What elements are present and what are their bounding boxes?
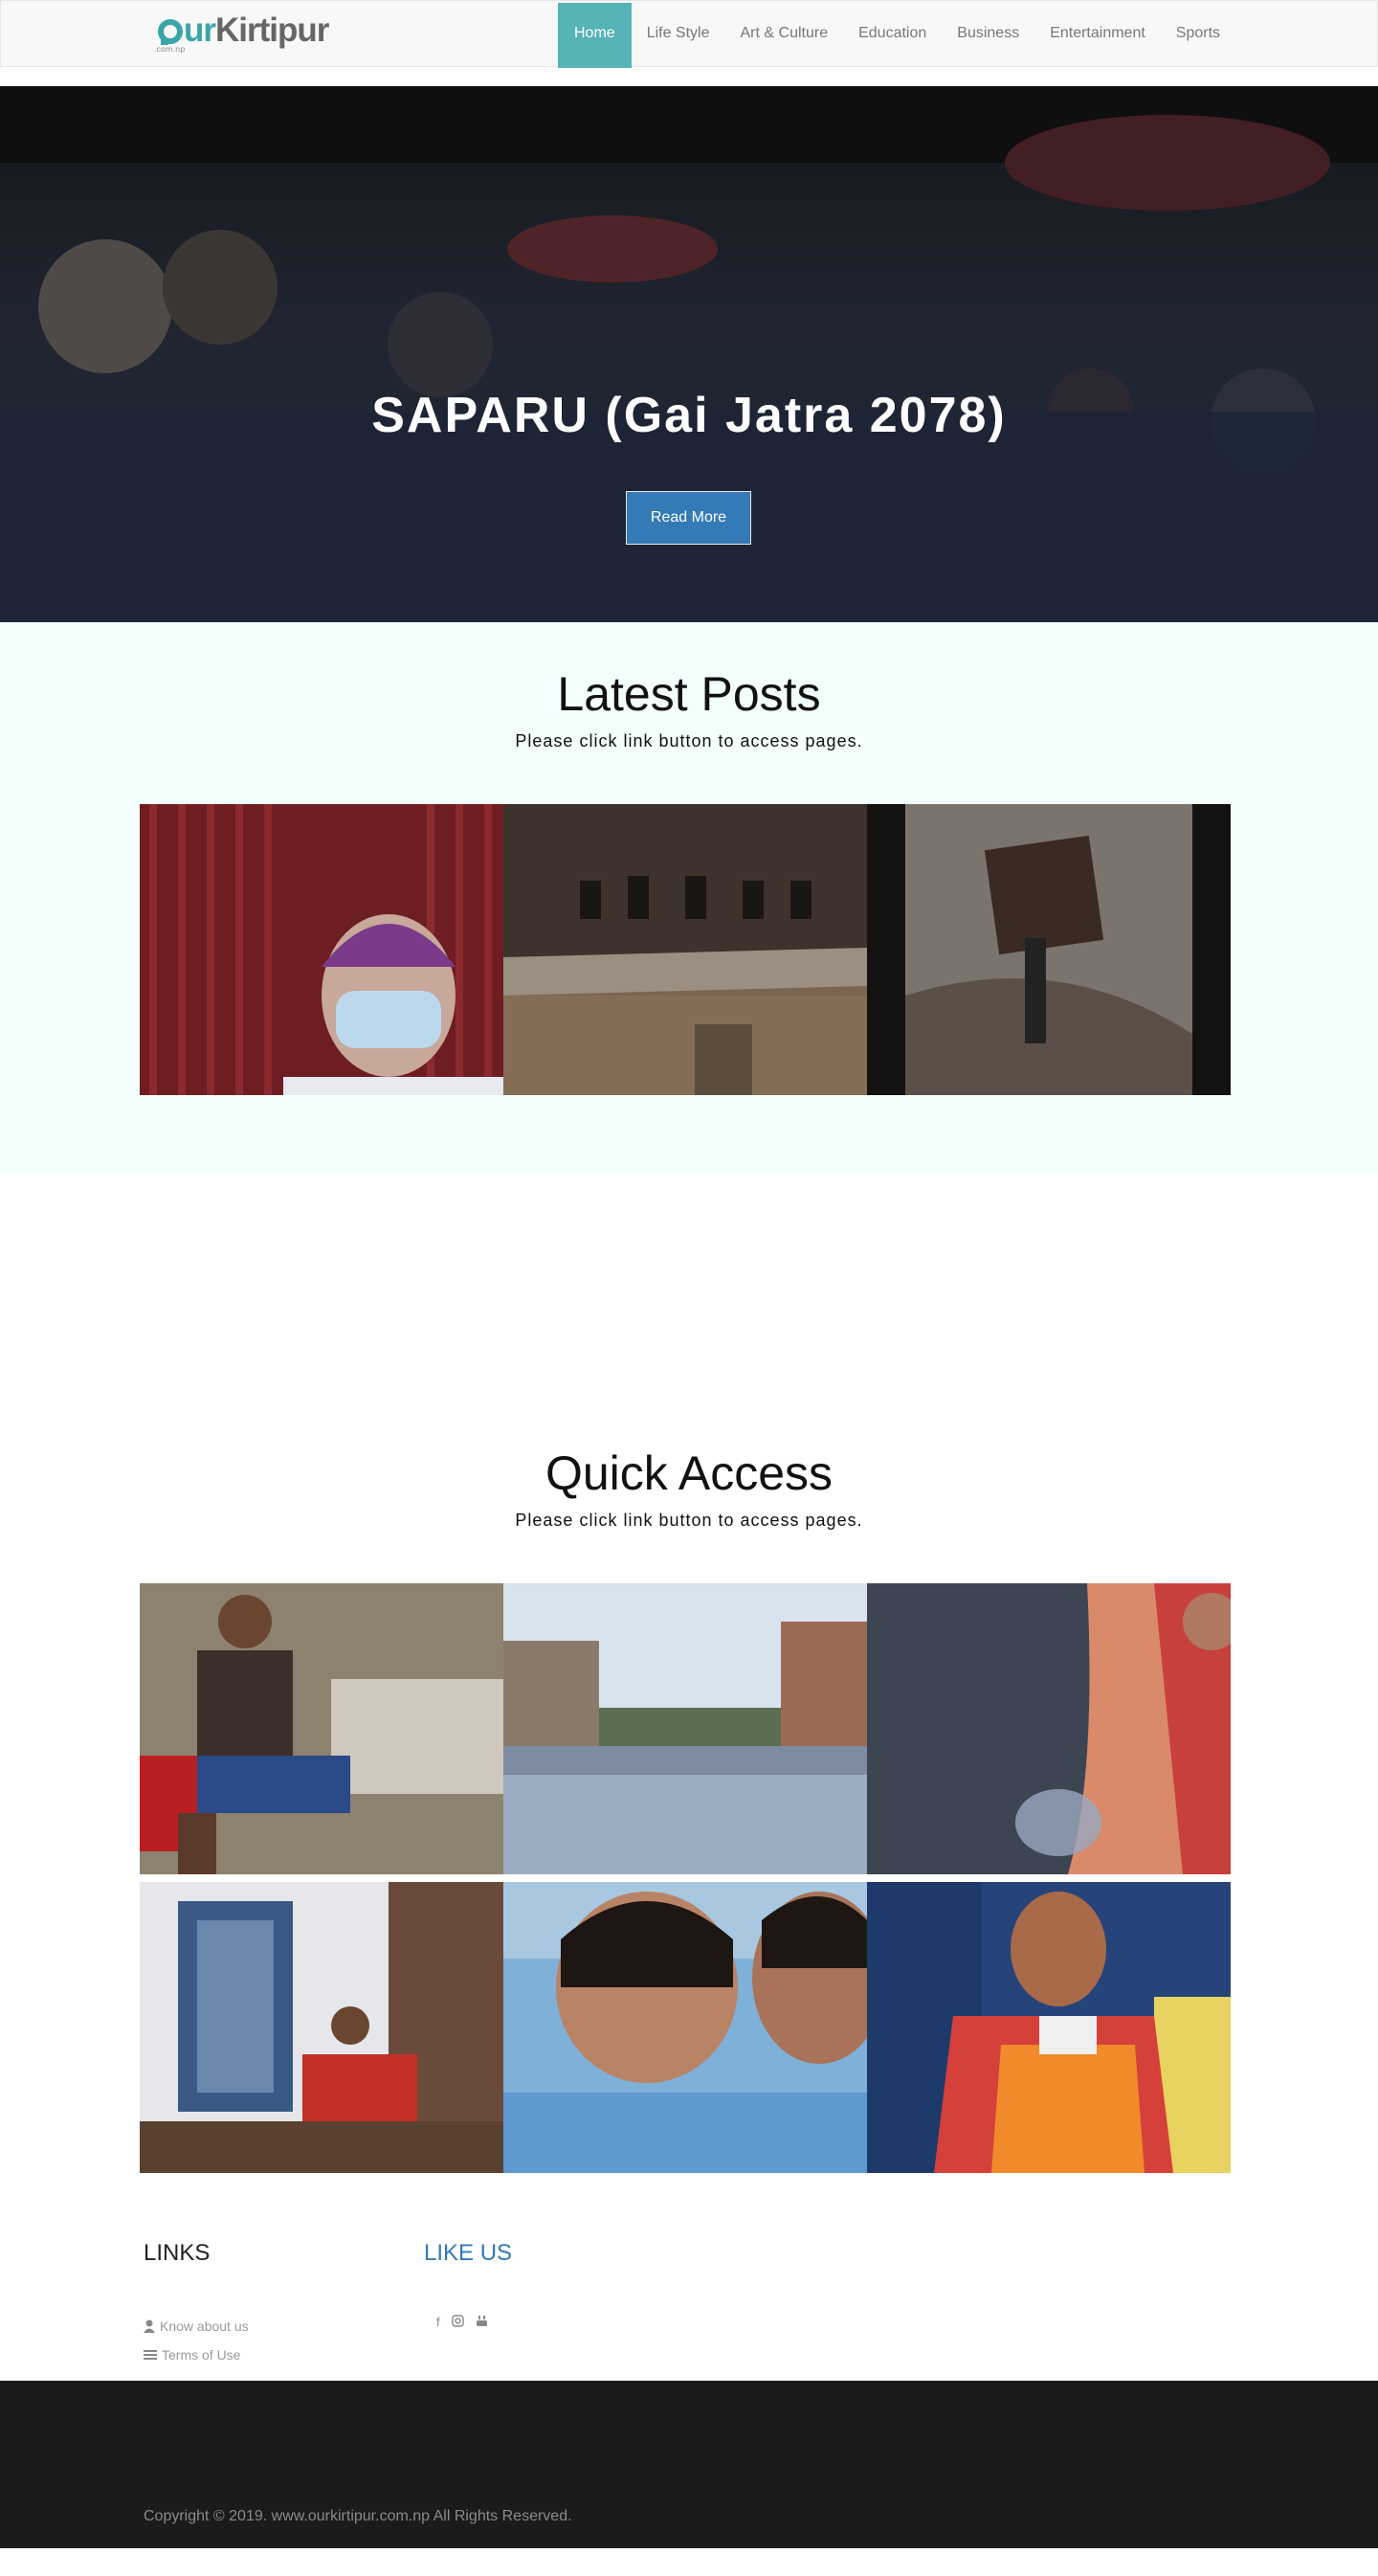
copyright-text: Copyright © 2019. www.ourkirtipur.com.np…	[144, 2508, 572, 2524]
nav-sports[interactable]: Sports	[1161, 3, 1235, 68]
latest-posts-title: Latest Posts	[557, 667, 821, 721]
terms-of-use-link[interactable]: Terms of Use	[144, 2347, 240, 2363]
nav-business[interactable]: Business	[942, 3, 1034, 68]
know-about-us-link[interactable]: Know about us	[144, 2318, 249, 2334]
navbar: urKirtipur .com.np Home Life Style Art &…	[0, 0, 1378, 68]
instagram-icon[interactable]	[451, 2315, 464, 2327]
facebook-icon[interactable]: f	[436, 2315, 440, 2329]
logo-subtext: .com.np	[154, 45, 186, 54]
know-about-us-label: Know about us	[160, 2318, 249, 2334]
links-heading: LINKS	[144, 2240, 211, 2266]
terms-of-use-label: Terms of Use	[162, 2347, 241, 2363]
nav-education[interactable]: Education	[843, 3, 942, 68]
latest-post-image-1[interactable]	[140, 804, 503, 1095]
quick-access-image-4[interactable]	[140, 1882, 503, 2173]
quick-access-subtitle: Please click link button to access pages…	[515, 1511, 863, 1530]
list-icon	[144, 2350, 157, 2360]
latest-post-image-2[interactable]	[503, 804, 867, 1095]
hero-banner: SAPARU (Gai Jatra 2078) Read More	[0, 86, 1378, 622]
nav-home[interactable]: Home	[558, 3, 632, 68]
latest-posts-subtitle: Please click link button to access pages…	[515, 731, 863, 750]
quick-access-image-2[interactable]	[503, 1583, 867, 1874]
nav-entertainment[interactable]: Entertainment	[1034, 3, 1161, 68]
nav-art-culture[interactable]: Art & Culture	[725, 3, 844, 68]
latest-post-image-3[interactable]	[867, 804, 1231, 1095]
nav-life-style[interactable]: Life Style	[632, 3, 725, 68]
site-logo[interactable]: urKirtipur	[157, 11, 348, 55]
quick-access-title: Quick Access	[545, 1446, 833, 1500]
social-links: f	[436, 2315, 488, 2329]
quick-access-image-3[interactable]	[867, 1583, 1231, 1874]
youtube-icon[interactable]	[476, 2315, 488, 2327]
quick-access-image-5[interactable]	[503, 1882, 867, 2173]
main-nav: Home Life Style Art & Culture Education …	[558, 3, 1235, 68]
quick-access-image-6[interactable]	[867, 1882, 1231, 2173]
user-icon	[144, 2319, 155, 2333]
logo-text: urKirtipur	[184, 11, 329, 49]
logo-mark-icon	[157, 18, 184, 45]
like-us-heading: LIKE US	[424, 2240, 513, 2266]
read-more-button[interactable]: Read More	[626, 491, 751, 545]
hero-title: SAPARU (Gai Jatra 2078)	[371, 388, 1007, 443]
quick-access-image-1[interactable]	[140, 1583, 503, 1874]
